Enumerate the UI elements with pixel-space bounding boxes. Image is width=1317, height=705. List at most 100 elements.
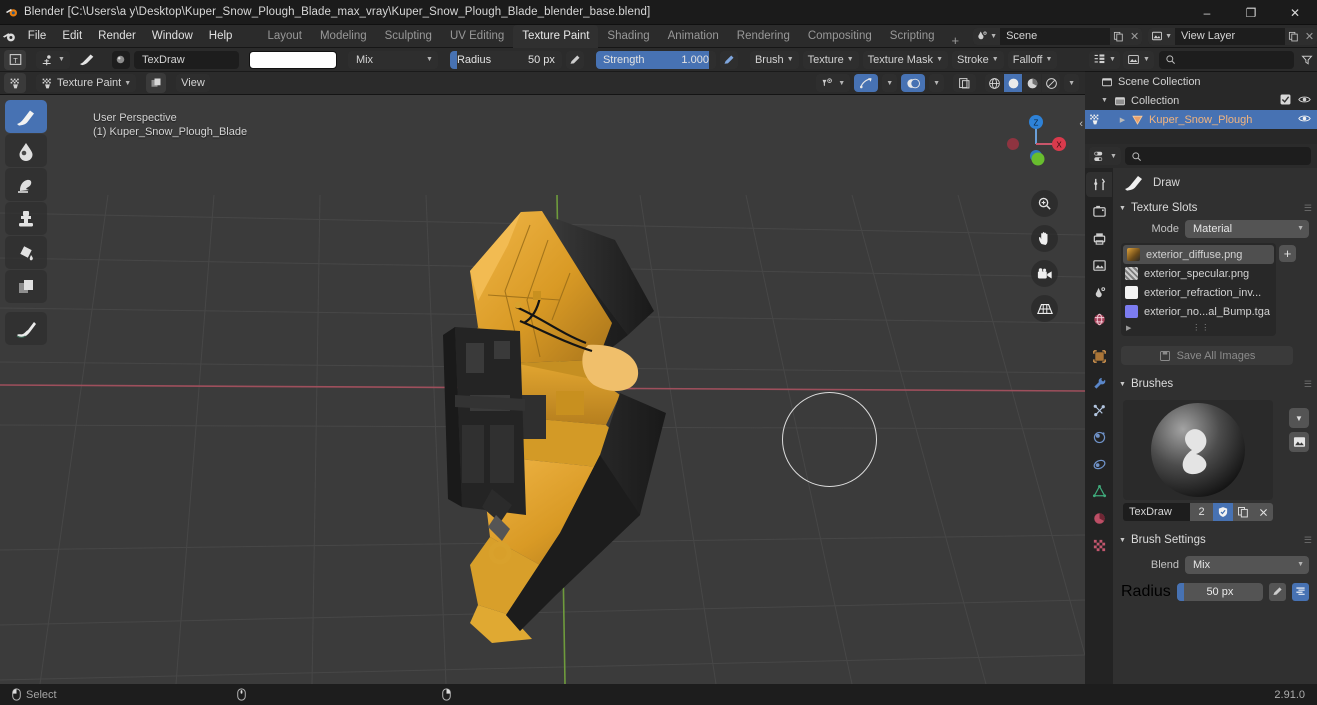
menu-help[interactable]: Help (201, 27, 241, 45)
brush-users-count[interactable]: 2 (1190, 503, 1213, 521)
collection-eye-icon[interactable] (1298, 94, 1311, 108)
brushes-section-header[interactable]: ▼ Brushes ☰ (1113, 374, 1317, 394)
overlays-options-dropdown[interactable]: ▼ (929, 74, 945, 92)
object-tab[interactable] (1086, 344, 1112, 369)
smear-tool[interactable] (5, 168, 47, 201)
gizmo-toggle[interactable] (854, 74, 879, 92)
menu-file[interactable]: File (20, 27, 55, 45)
shading-options-dropdown[interactable]: ▼ (1064, 74, 1079, 92)
workspace-tab-compositing[interactable]: Compositing (799, 25, 881, 48)
pan-nav-button[interactable] (1031, 225, 1058, 252)
menu-edit[interactable]: Edit (54, 27, 90, 45)
texture-slot-list[interactable]: exterior_diffuse.png exterior_specular.p… (1121, 243, 1296, 336)
editor-type-icon[interactable]: T (4, 49, 26, 70)
shading-rendered-button[interactable] (1042, 74, 1061, 92)
texture-tab[interactable] (1086, 533, 1112, 558)
tool-tab[interactable] (1086, 172, 1112, 197)
object-twist-icon[interactable]: ▶ (1116, 116, 1129, 124)
add-workspace-button[interactable]: + (944, 33, 968, 48)
zoom-nav-button[interactable] (1031, 190, 1058, 217)
workspace-tab-scripting[interactable]: Scripting (881, 25, 944, 48)
outliner-display-mode-dropdown[interactable]: ▼ (1122, 50, 1154, 69)
render-tab[interactable] (1086, 199, 1112, 224)
copy-icon[interactable] (1233, 503, 1253, 521)
texture-mask-menu[interactable]: Texture Mask ▼ (862, 50, 948, 69)
close-button[interactable]: ✕ (1273, 0, 1317, 25)
outliner-search-input[interactable] (1158, 50, 1294, 69)
interaction-mode-dropdown[interactable]: Texture Paint ▼ (36, 74, 137, 92)
minimize-button[interactable]: – (1185, 0, 1229, 25)
save-all-images-button[interactable]: Save All Images (1121, 346, 1293, 365)
menu-window[interactable]: Window (144, 27, 201, 45)
texture-slots-section-header[interactable]: ▼ Texture Slots ☰ (1113, 198, 1317, 218)
outliner-filter-icon[interactable] (1297, 54, 1317, 66)
brush-name-value[interactable]: TexDraw (1123, 503, 1190, 521)
shading-wireframe-button[interactable] (985, 74, 1004, 92)
brush-preview[interactable] (1123, 400, 1273, 500)
view-layer-name[interactable]: View Layer (1175, 30, 1285, 42)
scene-name[interactable]: Scene (1000, 30, 1110, 42)
workspace-tab-animation[interactable]: Animation (659, 25, 728, 48)
object-eye-icon[interactable] (1298, 113, 1311, 127)
brush-radius-slider[interactable]: 50 px (1176, 582, 1263, 601)
texture-slots-mode-dropdown[interactable]: Material ▼ (1185, 219, 1309, 238)
scene-browse-button[interactable]: ▼ (973, 27, 1001, 45)
blender-menu-icon[interactable] (0, 25, 20, 48)
brush-preset-selector[interactable]: ▼ (36, 50, 70, 69)
physics-tab[interactable] (1086, 425, 1112, 450)
outliner-row-collection[interactable]: ▼ Collection (1085, 91, 1317, 110)
radius-pressure-icon[interactable] (565, 50, 584, 69)
outliner-row-scene-collection[interactable]: Scene Collection (1085, 72, 1317, 91)
unified-radius-toggle[interactable] (1292, 582, 1309, 601)
stroke-menu[interactable]: Stroke ▼ (952, 50, 1004, 69)
viewlayer-browse-button[interactable]: ▼ (1148, 27, 1175, 45)
workspace-tab-rendering[interactable]: Rendering (728, 25, 799, 48)
texture-slot-item[interactable]: exterior_specular.png (1121, 264, 1276, 283)
workspace-tab-uv-editing[interactable]: UV Editing (441, 25, 513, 48)
brush-preset-list-button[interactable]: ▼ (1289, 408, 1309, 428)
scene-unlink-icon[interactable]: ✕ (1127, 27, 1143, 45)
draw-brush-tool[interactable] (5, 100, 47, 133)
constraints-tab[interactable] (1086, 452, 1112, 477)
sidebar-collapse-arrow-icon[interactable]: ‹ (1079, 118, 1083, 130)
slot-list-resize-grip[interactable]: ⋮⋮ (1192, 323, 1210, 332)
texture-slot-item[interactable]: exterior_refraction_inv... (1121, 283, 1276, 302)
fill-tool[interactable] (5, 236, 47, 269)
clone-tool[interactable] (5, 202, 47, 235)
workspace-tab-modeling[interactable]: Modeling (311, 25, 376, 48)
data-tab[interactable] (1086, 479, 1112, 504)
world-tab[interactable] (1086, 307, 1112, 332)
collection-twist-icon[interactable]: ▼ (1098, 97, 1111, 104)
texture-slot-item[interactable]: exterior_diffuse.png (1123, 245, 1274, 264)
gizmo-options-dropdown[interactable]: ▼ (882, 74, 898, 92)
output-tab[interactable] (1086, 226, 1112, 251)
brush-name-field[interactable]: TexDraw (133, 50, 239, 69)
paint-mask-icon[interactable] (146, 73, 167, 93)
outliner-editor-type-icon[interactable]: ▼ (1089, 50, 1120, 69)
texture-menu[interactable]: Texture ▼ (802, 50, 859, 69)
blend-mode-dropdown[interactable]: Mix ▼ (347, 50, 438, 69)
navigation-gizmo[interactable]: Z X (1002, 110, 1070, 178)
brush-blend-dropdown[interactable]: Mix ▼ (1185, 555, 1309, 574)
collection-checkbox[interactable] (1280, 94, 1291, 108)
3d-viewport[interactable]: User Perspective (1) Kuper_Snow_Plough_B… (0, 95, 1085, 684)
shield-icon[interactable] (1213, 503, 1233, 521)
ortho-persp-nav-button[interactable] (1031, 295, 1058, 322)
brush-icon-preview[interactable] (111, 50, 130, 69)
radius-slider[interactable]: Radius 50 px (449, 50, 562, 69)
overlays-toggle[interactable] (901, 74, 926, 92)
brush-preview-image-button[interactable] (1289, 432, 1309, 452)
shading-material-preview-button[interactable] (1023, 74, 1042, 92)
workspace-tab-sculpting[interactable]: Sculpting (376, 25, 441, 48)
brush-color-swatch[interactable] (248, 50, 337, 69)
workspace-tab-texture-paint[interactable]: Texture Paint (513, 24, 599, 48)
particles-tab[interactable] (1086, 398, 1112, 423)
viewlayer-unlink-icon[interactable]: ✕ (1302, 27, 1317, 45)
strength-pressure-icon[interactable] (719, 50, 738, 69)
view-menu[interactable]: View (176, 74, 210, 92)
shading-solid-button[interactable] (1004, 74, 1023, 92)
scene-new-copy-icon[interactable] (1110, 27, 1128, 45)
slot-list-expand-icon[interactable]: ▶ (1126, 324, 1131, 332)
annotate-tool[interactable] (5, 312, 47, 345)
outliner-tree[interactable]: Scene Collection ▼ Collection ▶ Kuper_Sn… (1085, 72, 1317, 144)
